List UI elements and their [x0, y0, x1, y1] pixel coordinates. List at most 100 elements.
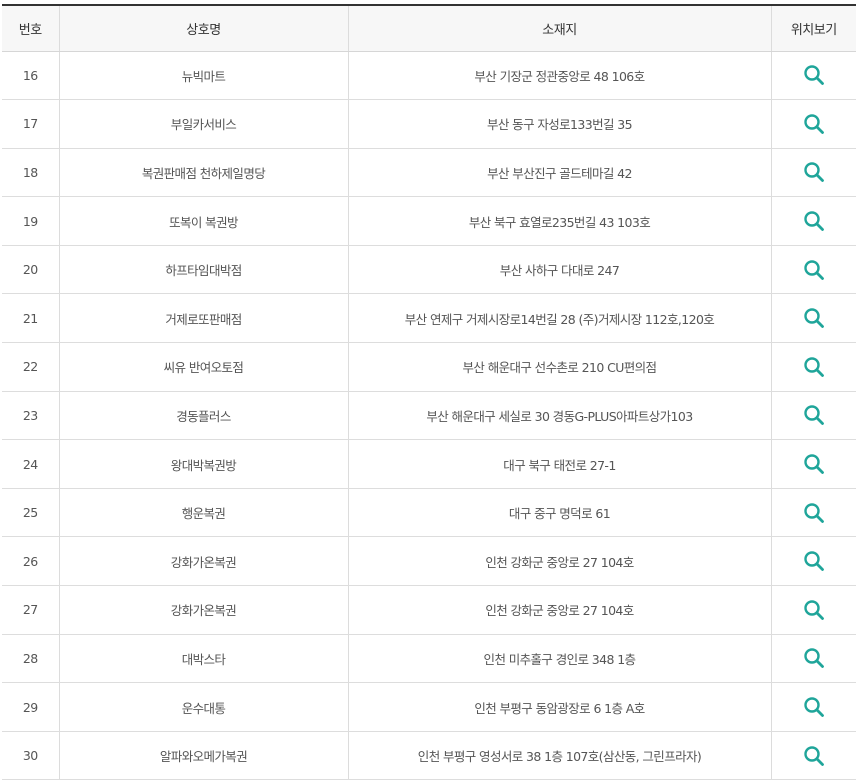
table-row: 22 씨유 반여오토점 부산 해운대구 선수촌로 210 CU편의점 [2, 342, 856, 392]
header-address: 소재지 [347, 4, 771, 52]
row-number: 17 [2, 99, 59, 149]
row-store-name: 거제로또판매점 [58, 293, 348, 344]
row-store-name: 알파와오메가복권 [58, 731, 348, 781]
row-number: 27 [2, 585, 59, 635]
row-address: 부산 연제구 거제시장로14번길 28 (주)거제시장 112호,120호 [347, 293, 771, 344]
row-location-cell [770, 148, 856, 198]
search-icon [804, 65, 824, 86]
row-number: 26 [2, 536, 59, 587]
row-address: 부산 북구 효열로235번길 43 103호 [347, 196, 771, 246]
location-view-button[interactable] [802, 306, 826, 330]
search-icon [804, 454, 824, 474]
row-number: 16 [2, 51, 59, 101]
table-row: 17 부일카서비스 부산 동구 자성로133번길 35 [2, 99, 856, 149]
search-icon [804, 648, 824, 669]
table-row: 29 운수대통 인천 부평구 동암광장로 6 1층 A호 [2, 682, 856, 732]
header-number: 번호 [2, 4, 59, 52]
location-view-button[interactable] [802, 501, 826, 525]
location-view-button[interactable] [802, 63, 826, 87]
row-store-name: 부일카서비스 [58, 99, 348, 149]
row-store-name: 강화가온복권 [58, 536, 348, 587]
location-view-button[interactable] [802, 695, 826, 719]
row-store-name: 씨유 반여오토점 [58, 342, 348, 392]
row-location-cell [770, 682, 856, 732]
row-address: 대구 북구 태전로 27-1 [347, 439, 771, 489]
search-icon [804, 600, 824, 620]
row-store-name: 경동플러스 [58, 391, 348, 441]
table-row: 24 왕대박복권방 대구 북구 태전로 27-1 [2, 439, 856, 489]
search-icon [804, 551, 824, 572]
row-store-name: 운수대통 [58, 682, 348, 732]
table-row: 16 뉴빅마트 부산 기장군 정관중앙로 48 106호 [2, 51, 856, 101]
search-icon [804, 405, 824, 426]
row-location-cell [770, 51, 856, 101]
row-store-name: 왕대박복권방 [58, 439, 348, 489]
row-location-cell [770, 293, 856, 344]
location-view-button[interactable] [802, 160, 826, 184]
search-icon [804, 114, 824, 134]
row-number: 28 [2, 634, 59, 684]
row-address: 인천 미추홀구 경인로 348 1층 [347, 634, 771, 684]
location-view-button[interactable] [802, 452, 826, 476]
row-address: 인천 부평구 동암광장로 6 1층 A호 [347, 682, 771, 732]
search-icon [804, 357, 824, 377]
location-view-button[interactable] [802, 744, 826, 768]
table-row: 25 행운복권 대구 중구 명덕로 61 [2, 488, 856, 538]
table-row: 20 하프타임대박점 부산 사하구 다대로 247 [2, 245, 856, 295]
row-number: 21 [2, 293, 59, 344]
location-view-button[interactable] [802, 209, 826, 233]
row-location-cell [770, 488, 856, 538]
location-view-button[interactable] [802, 549, 826, 573]
row-number: 19 [2, 196, 59, 246]
row-store-name: 복권판매점 천하제일명당 [58, 148, 348, 198]
row-location-cell [770, 634, 856, 684]
table-row: 21 거제로또판매점 부산 연제구 거제시장로14번길 28 (주)거제시장 112… [2, 293, 856, 344]
row-location-cell [770, 342, 856, 392]
location-view-button[interactable] [802, 646, 826, 670]
search-icon [804, 502, 824, 523]
row-store-name: 강화가온복권 [58, 585, 348, 635]
table-row: 27 강화가온복권 인천 강화군 중앙로 27 104호 [2, 585, 856, 635]
row-location-cell [770, 731, 856, 781]
row-location-cell [770, 585, 856, 635]
row-address: 대구 중구 명덕로 61 [347, 488, 771, 538]
row-number: 20 [2, 245, 59, 295]
row-location-cell [770, 536, 856, 587]
header-location-view: 위치보기 [770, 4, 856, 52]
row-address: 부산 해운대구 선수촌로 210 CU편의점 [347, 342, 771, 392]
row-location-cell [770, 196, 856, 246]
location-view-button[interactable] [802, 598, 826, 622]
table-row: 30 알파와오메가복권 인천 부평구 영성서로 38 1층 107호(삼산동, 그린… [2, 731, 856, 781]
search-icon [804, 162, 824, 183]
row-number: 24 [2, 439, 59, 489]
location-view-button[interactable] [802, 355, 826, 379]
row-address: 부산 동구 자성로133번길 35 [347, 99, 771, 149]
search-icon [804, 308, 824, 329]
table-row: 23 경동플러스 부산 해운대구 세실로 30 경동G-PLUS아파트상가103 [2, 391, 856, 441]
row-number: 22 [2, 342, 59, 392]
location-view-button[interactable] [802, 112, 826, 136]
row-location-cell [770, 99, 856, 149]
search-icon [804, 745, 824, 766]
row-number: 23 [2, 391, 59, 441]
table-body: 16 뉴빅마트 부산 기장군 정관중앙로 48 106호 17 부일카서비스 부산 동구 … [2, 51, 856, 781]
header-store-name: 상호명 [58, 4, 348, 52]
row-address: 부산 기장군 정관중앙로 48 106호 [347, 51, 771, 101]
row-location-cell [770, 391, 856, 441]
search-icon [804, 697, 824, 717]
row-location-cell [770, 245, 856, 295]
search-icon [804, 259, 824, 280]
row-address: 인천 부평구 영성서로 38 1층 107호(삼산동, 그린프라자) [347, 731, 771, 781]
row-store-name: 행운복권 [58, 488, 348, 538]
store-list-table-container: 번호 상호명 소재지 위치보기 16 뉴빅마트 부산 기장군 정관중앙로 48 10… [2, 4, 856, 781]
row-store-name: 하프타임대박점 [58, 245, 348, 295]
table-row: 28 대박스타 인천 미추홀구 경인로 348 1층 [2, 634, 856, 684]
row-address: 부산 해운대구 세실로 30 경동G-PLUS아파트상가103 [347, 391, 771, 441]
location-view-button[interactable] [802, 258, 826, 282]
row-store-name: 대박스타 [58, 634, 348, 684]
table-header-row: 번호 상호명 소재지 위치보기 [2, 4, 856, 52]
row-address: 인천 강화군 중앙로 27 104호 [347, 585, 771, 635]
location-view-button[interactable] [802, 403, 826, 427]
row-location-cell [770, 439, 856, 489]
row-address: 부산 부산진구 골드테마길 42 [347, 148, 771, 198]
